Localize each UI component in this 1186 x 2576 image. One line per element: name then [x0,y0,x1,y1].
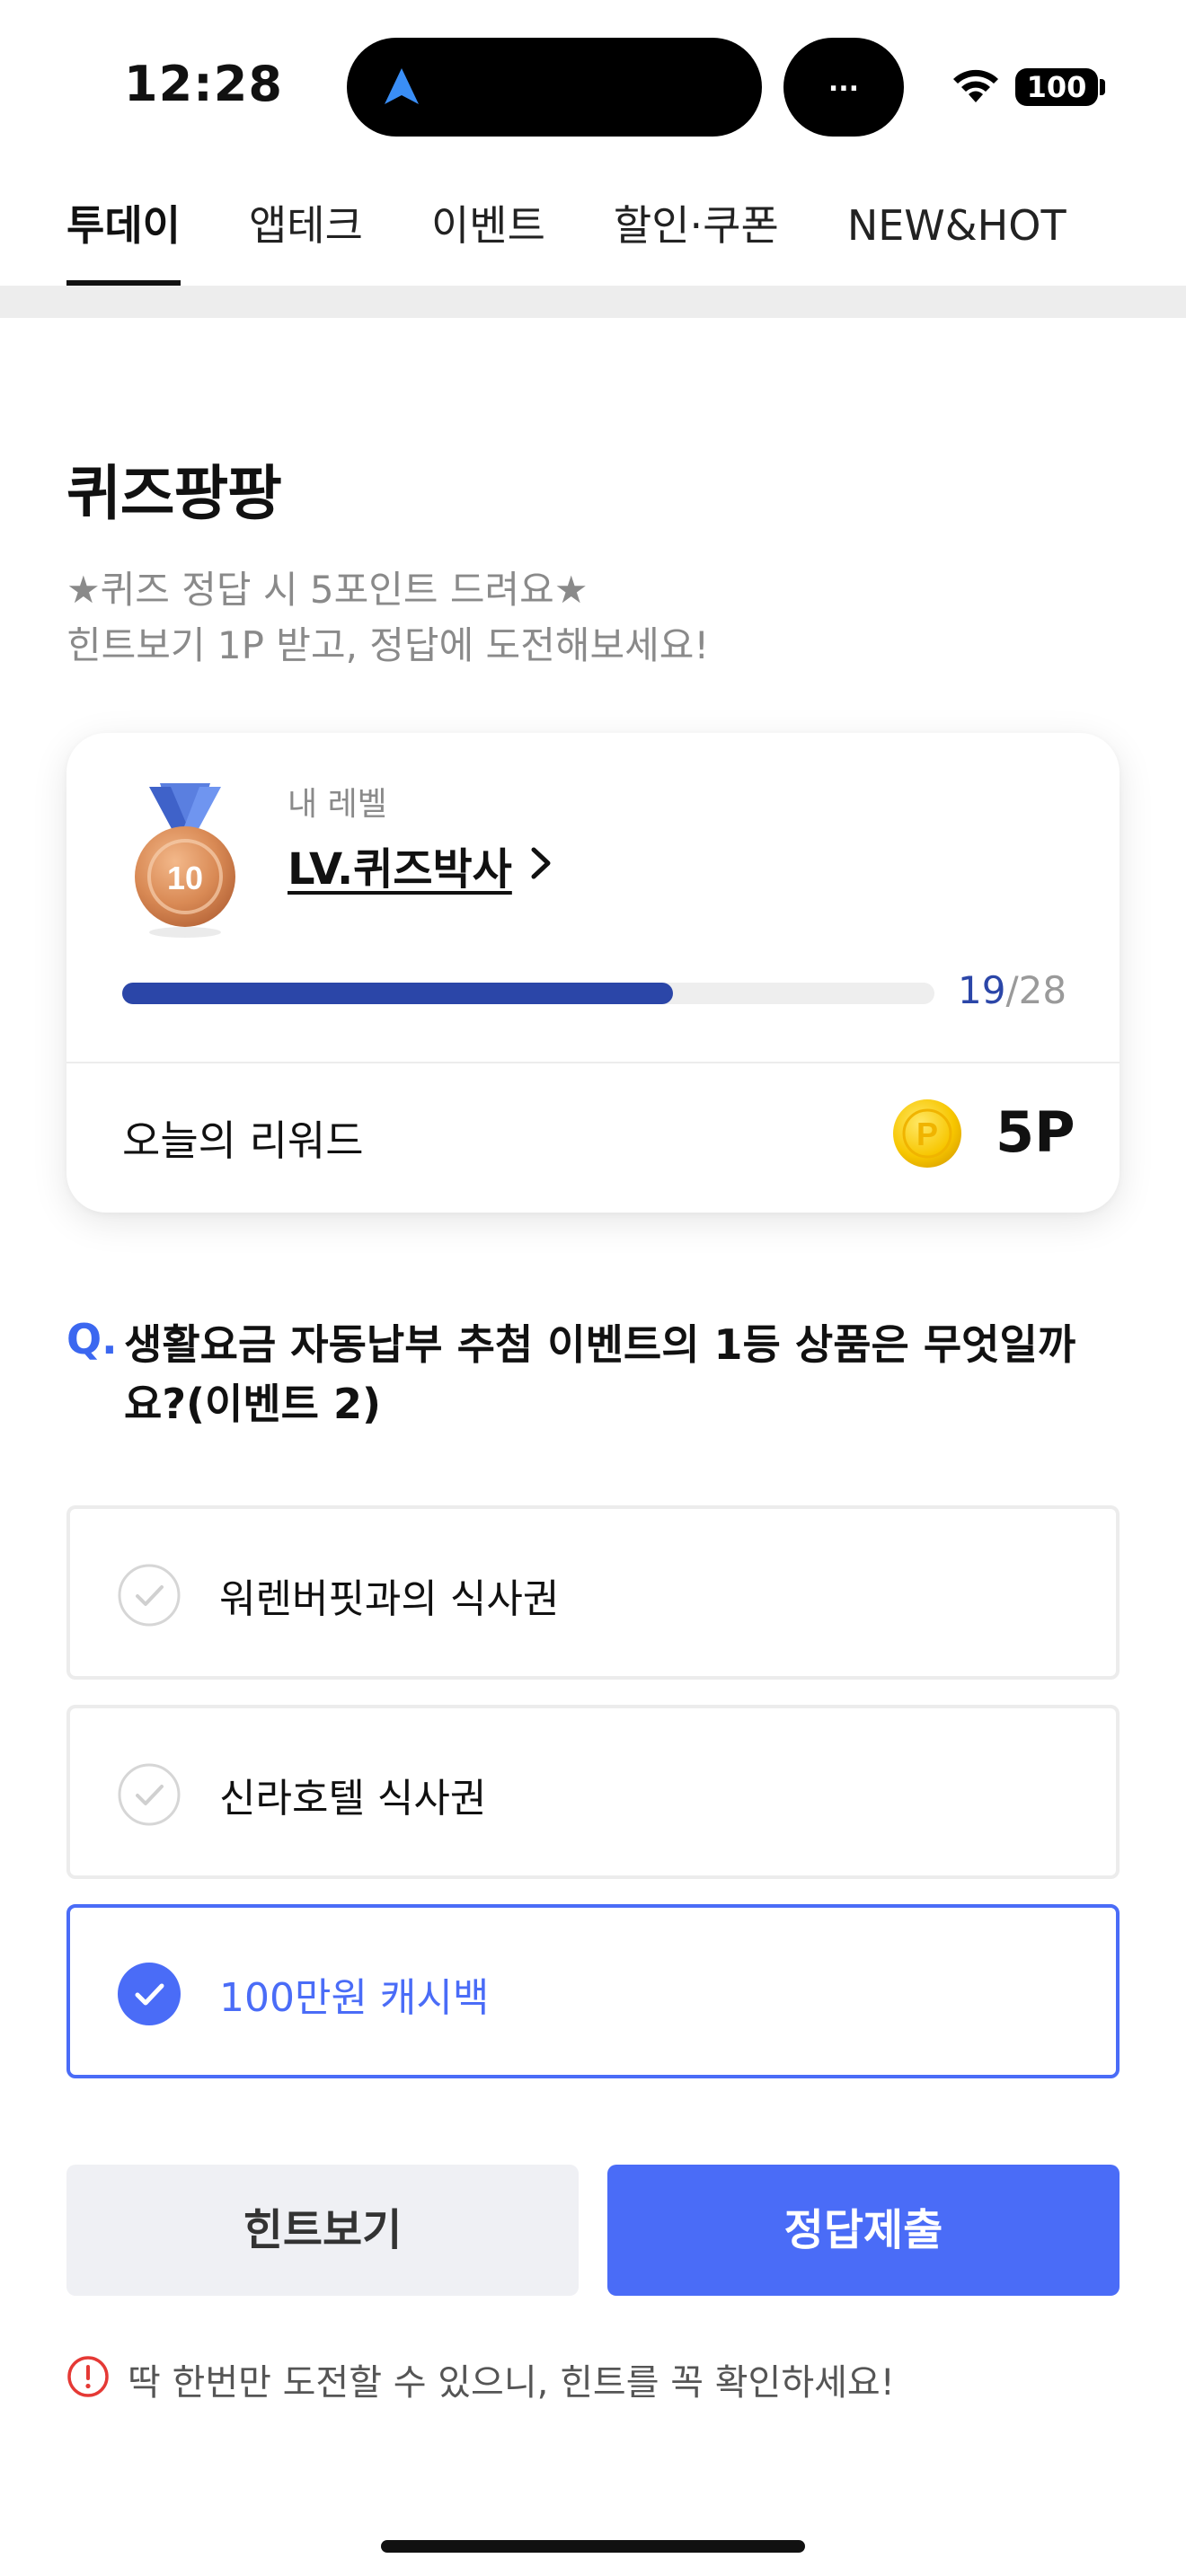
home-indicator[interactable] [381,2540,805,2553]
alert-circle-icon [67,2356,109,2397]
quiz-description-line2: 힌트보기 1P 받고, 정답에 도전해보세요! [66,623,710,667]
page-title: 퀴즈팡팡 [66,459,282,528]
section-divider [0,286,1186,318]
tab-event[interactable]: 이벤트 [431,199,545,286]
medal-number: 10 [167,860,203,896]
progress-separator: / [1005,968,1019,1012]
wifi-icon [953,69,998,102]
answer-option-2[interactable]: 신라호텔 식사권 [66,1705,1120,1879]
progress-total: 28 [1018,968,1067,1012]
battery-nub [1100,79,1105,95]
tab-today[interactable]: 투데이 [66,199,181,286]
answer-option-3[interactable]: 100만원 캐시백 [66,1904,1120,2078]
coin-icon: P [893,1099,961,1168]
check-circle-icon [118,1763,181,1826]
check-circle-icon [118,1564,181,1627]
medal-icon: 10 [135,783,235,938]
progress-current: 19 [958,968,1006,1012]
dynamic-island-more[interactable]: ... [783,38,904,137]
notice-text: 딱 한번만 도전할 수 있으니, 힌트를 꼭 확인하세요! [128,2362,895,2404]
level-name-link[interactable]: LV.퀴즈박사 [288,834,512,896]
level-card: 10 내 레벨 LV.퀴즈박사 19/28 오늘의 리워드 P 5P [66,733,1120,1213]
tab-new-hot[interactable]: NEW&HOT [847,199,1067,286]
question-text: 생활요금 자동납부 추첨 이벤트의 1등 상품은 무엇일까요?(이벤트 2) [124,1320,1076,1428]
hint-button[interactable]: 힌트보기 [66,2165,579,2296]
quiz-description: ★퀴즈 정답 시 5포인트 드려요★ 힌트보기 1P 받고, 정답에 도전해보세… [66,562,709,674]
check-circle-selected-icon [118,1963,181,2025]
level-progress-fill [122,983,674,1004]
category-tabs: 투데이 앱테크 이벤트 할인·쿠폰 NEW&HOT [66,199,1135,286]
coin-symbol: P [916,1116,938,1152]
dynamic-island-navigation[interactable] [347,38,762,137]
navigation-arrow-icon [385,68,419,104]
submit-answer-button[interactable]: 정답제출 [607,2165,1120,2296]
card-divider [66,1062,1120,1063]
level-caption: 내 레벨 [288,786,387,823]
status-bar: 12:28 ... 100 [0,0,1186,171]
answer-option-label: 워렌버핏과의 식사권 [219,1576,560,1622]
answer-option-label: 100만원 캐시백 [219,1975,490,2021]
reward-value: 5P [996,1099,1075,1165]
tab-discount-coupon[interactable]: 할인·쿠폰 [614,199,779,286]
reward-label: 오늘의 리워드 [122,1116,364,1165]
quiz-description-line1: ★퀴즈 정답 시 5포인트 드려요★ [66,568,589,612]
question-prefix: Q. [66,1315,118,1363]
answer-option-label: 신라호텔 식사권 [219,1776,487,1822]
level-progress-count: 19/28 [958,968,1067,1012]
tab-apptech[interactable]: 앱테크 [249,199,363,286]
level-progress-bar [122,983,934,1004]
answer-option-1[interactable]: 워렌버핏과의 식사권 [66,1505,1120,1680]
chevron-right-icon[interactable] [525,844,557,882]
battery-icon: 100 [1015,68,1098,106]
status-time: 12:28 [124,56,283,112]
